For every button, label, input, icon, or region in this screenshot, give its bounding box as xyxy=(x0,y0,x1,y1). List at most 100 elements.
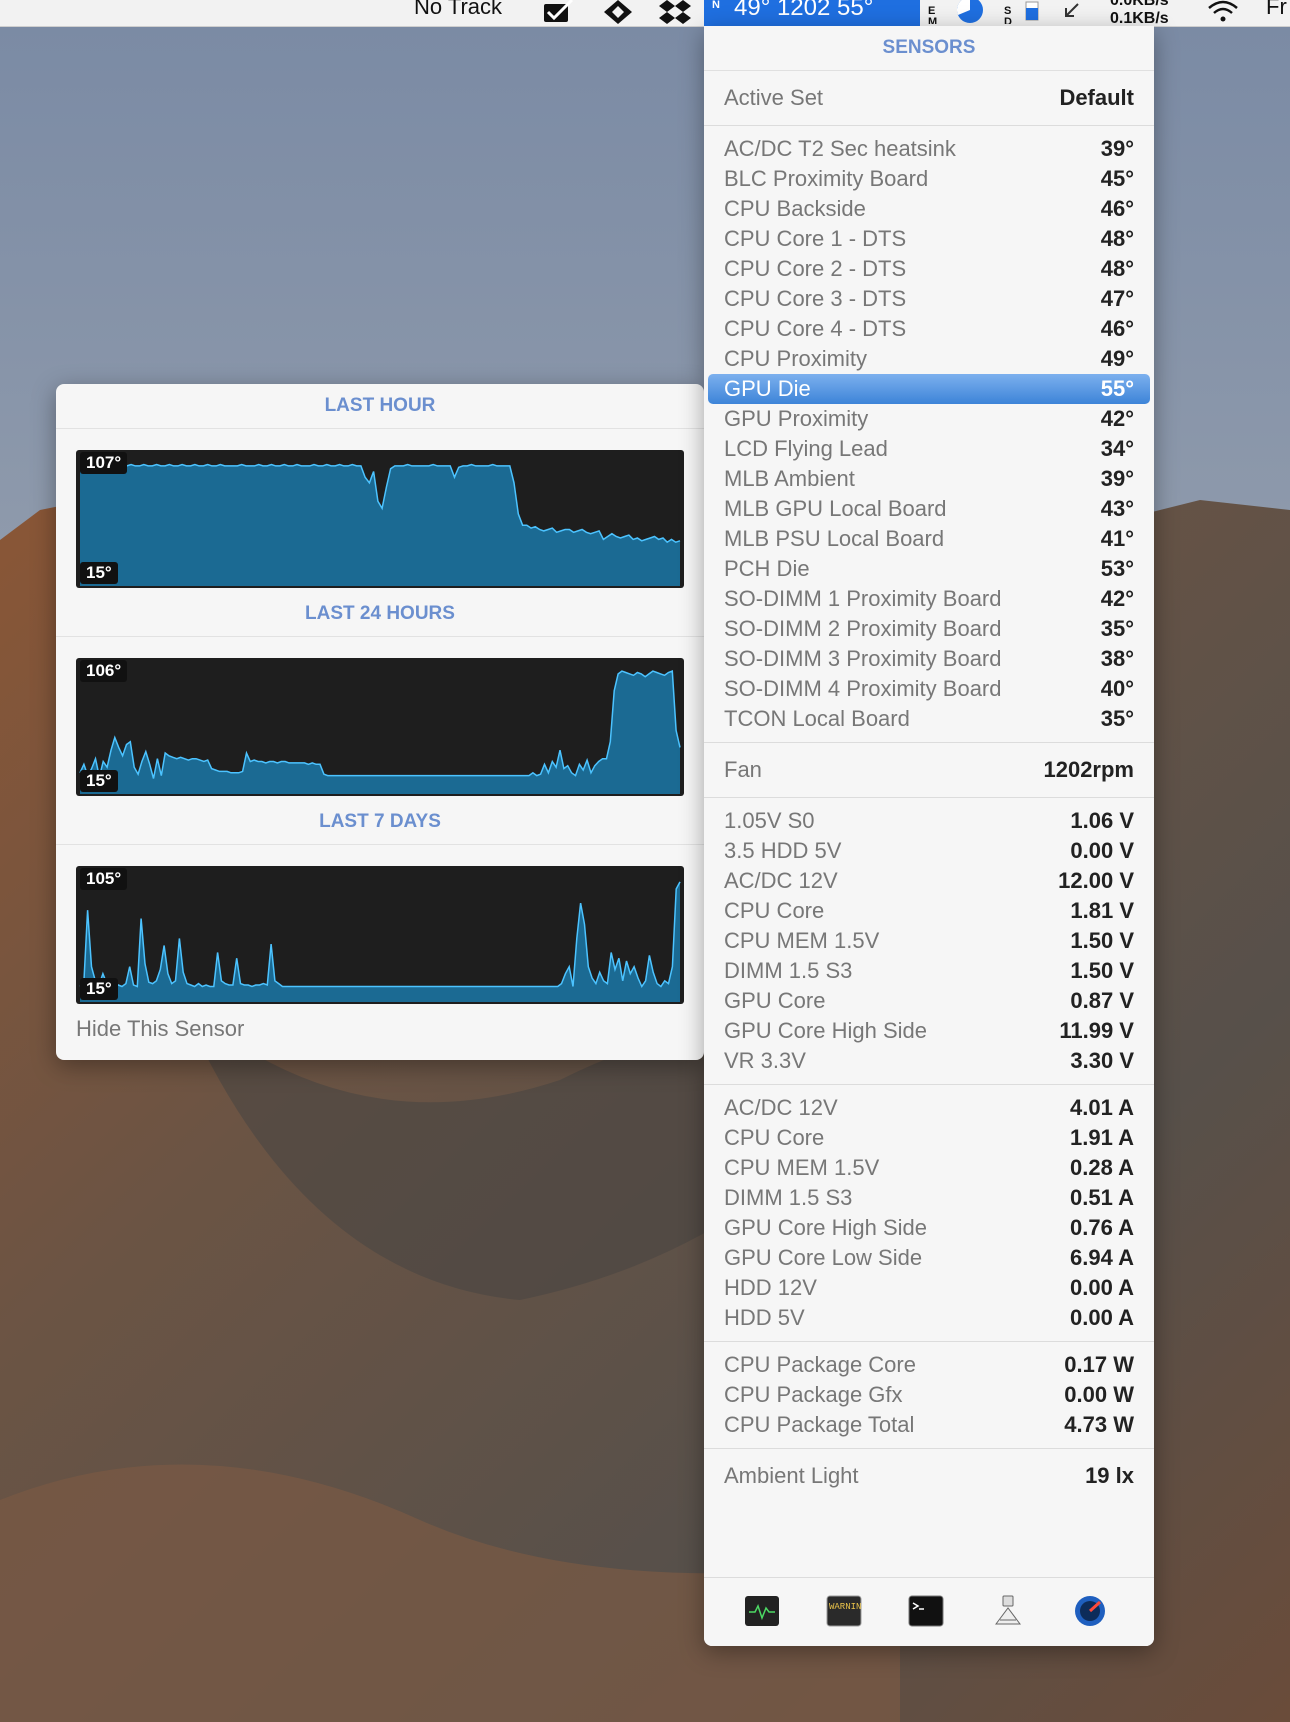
sensor-row[interactable]: GPU Core 0.87 V xyxy=(704,986,1154,1016)
system-information-icon[interactable] xyxy=(990,1594,1026,1628)
sensor-row[interactable]: CPU Package Core 0.17 W xyxy=(704,1350,1154,1380)
graph-max-label: 106° xyxy=(80,660,128,682)
ambient-light-label: Ambient Light xyxy=(724,1463,859,1488)
sensor-label: CPU Core 3 - DTS xyxy=(724,286,907,311)
sensor-row[interactable]: TCON Local Board 35° xyxy=(704,704,1154,734)
sensor-value: 42° xyxy=(1100,586,1134,611)
sensor-row[interactable]: CPU Proximity 49° xyxy=(704,344,1154,374)
sensor-value: 0.00 A xyxy=(1069,1275,1134,1300)
sensor-label: GPU Proximity xyxy=(724,406,869,431)
sensor-row[interactable]: AC/DC 12V 12.00 V xyxy=(704,866,1154,896)
sensor-value: 4.73 W xyxy=(1064,1412,1134,1437)
last-7-days-header: LAST 7 DAYS xyxy=(56,800,704,845)
sensor-row[interactable]: AC/DC T2 Sec heatsink 39° xyxy=(704,134,1154,164)
fan-row[interactable]: Fan 1202rpm xyxy=(704,755,1154,785)
sensor-value: 0.76 A xyxy=(1069,1215,1134,1240)
sensor-row[interactable]: GPU Die 55° xyxy=(708,374,1150,404)
disk-utility-icon[interactable] xyxy=(1072,1594,1108,1628)
sensor-label: GPU Core xyxy=(724,988,826,1013)
sensor-row[interactable]: CPU Core 2 - DTS 48° xyxy=(704,254,1154,284)
sensor-label: CPU Package Core xyxy=(724,1352,916,1377)
sensor-row[interactable]: GPU Proximity 42° xyxy=(704,404,1154,434)
sensor-row[interactable]: GPU Core Low Side 6.94 A xyxy=(704,1243,1154,1273)
sensor-row[interactable]: SO-DIMM 2 Proximity Board 35° xyxy=(704,614,1154,644)
sensor-row[interactable]: DIMM 1.5 S3 1.50 V xyxy=(704,956,1154,986)
menubar-fr[interactable]: Fr xyxy=(1266,0,1287,20)
sensor-label: CPU Core xyxy=(724,898,825,923)
sensor-value: 42° xyxy=(1100,406,1134,431)
sensor-row[interactable]: GPU Core High Side 11.99 V xyxy=(704,1016,1154,1046)
menubar-checkbox-icon[interactable] xyxy=(542,0,576,24)
active-set-row[interactable]: Active Set Default xyxy=(704,83,1154,113)
svg-text:M: M xyxy=(928,16,937,24)
hide-sensor-button[interactable]: Hide This Sensor xyxy=(76,1016,244,1042)
memory-pie-icon[interactable]: E M xyxy=(928,0,988,24)
sensor-row[interactable]: MLB Ambient 39° xyxy=(704,464,1154,494)
sensors-header: SENSORS xyxy=(704,26,1154,71)
sensor-row[interactable]: CPU Core 1.91 A xyxy=(704,1123,1154,1153)
sensor-row[interactable]: CPU Package Gfx 0.00 W xyxy=(704,1380,1154,1410)
sensor-label: CPU Backside xyxy=(724,196,866,221)
sensor-value: 43° xyxy=(1100,496,1134,521)
console-icon[interactable]: WARNIN AY 7:36 xyxy=(826,1594,862,1628)
sensor-row[interactable]: 3.5 HDD 5V 0.00 V xyxy=(704,836,1154,866)
sensor-value: 39° xyxy=(1100,136,1134,161)
sensor-row[interactable]: SO-DIMM 3 Proximity Board 38° xyxy=(704,644,1154,674)
ambient-light-row[interactable]: Ambient Light 19 lx xyxy=(704,1461,1154,1491)
sensor-row[interactable]: LCD Flying Lead 34° xyxy=(704,434,1154,464)
sensor-row[interactable]: CPU Core 4 - DTS 46° xyxy=(704,314,1154,344)
sensor-label: GPU Die xyxy=(724,376,811,401)
active-set-label: Active Set xyxy=(724,85,824,110)
disk-usage-icon[interactable]: S D xyxy=(1004,0,1044,24)
sensor-row[interactable]: HDD 12V 0.00 A xyxy=(704,1273,1154,1303)
menubar-diamond-icon[interactable] xyxy=(602,0,636,24)
sensor-label: SO-DIMM 1 Proximity Board xyxy=(724,586,1002,611)
sensor-row[interactable]: GPU Core High Side 0.76 A xyxy=(704,1213,1154,1243)
sensor-row[interactable]: CPU Backside 46° xyxy=(704,194,1154,224)
sensor-value: 35° xyxy=(1100,616,1134,641)
sensor-row[interactable]: HDD 5V 0.00 A xyxy=(704,1303,1154,1333)
console-warning-text: WARNIN AY 7:36 xyxy=(829,1602,862,1612)
sensor-value: 3.30 V xyxy=(1070,1048,1134,1073)
arrow-down-left-icon[interactable] xyxy=(1060,0,1084,24)
menubar-no-track[interactable]: No Track xyxy=(414,0,502,20)
sensor-row[interactable]: SO-DIMM 1 Proximity Board 42° xyxy=(704,584,1154,614)
network-speed[interactable]: 0.0KB/s 0.1KB/s xyxy=(1110,0,1169,28)
sensor-row[interactable]: CPU Package Total 4.73 W xyxy=(704,1410,1154,1440)
sensor-label: TCON Local Board xyxy=(724,706,910,731)
terminal-icon[interactable] xyxy=(908,1594,944,1628)
sensor-row[interactable]: DIMM 1.5 S3 0.51 A xyxy=(704,1183,1154,1213)
sensor-label: MLB Ambient xyxy=(724,466,855,491)
sensor-row[interactable]: 1.05V S0 1.06 V xyxy=(704,806,1154,836)
sensor-value: 45° xyxy=(1100,166,1134,191)
sensor-value: 35° xyxy=(1100,706,1134,731)
sensor-row[interactable]: BLC Proximity Board 45° xyxy=(704,164,1154,194)
sensor-row[interactable]: CPU MEM 1.5V 1.50 V xyxy=(704,926,1154,956)
sensor-label: DIMM 1.5 S3 xyxy=(724,958,853,983)
sensor-value: 48° xyxy=(1100,256,1134,281)
dropbox-icon[interactable] xyxy=(658,0,692,24)
sensor-value: 39° xyxy=(1100,466,1134,491)
sensor-row[interactable]: CPU Core 1.81 V xyxy=(704,896,1154,926)
sensor-row[interactable]: CPU MEM 1.5V 0.28 A xyxy=(704,1153,1154,1183)
sensor-row[interactable]: SO-DIMM 4 Proximity Board 40° xyxy=(704,674,1154,704)
svg-text:D: D xyxy=(1004,16,1012,24)
sensor-row[interactable]: PCH Die 53° xyxy=(704,554,1154,584)
sensor-row[interactable]: AC/DC 12V 4.01 A xyxy=(704,1093,1154,1123)
sensor-label: VR 3.3V xyxy=(724,1048,806,1073)
sensor-value: 0.00 V xyxy=(1070,838,1134,863)
sensor-value: 53° xyxy=(1100,556,1134,581)
sensor-row[interactable]: CPU Core 3 - DTS 47° xyxy=(704,284,1154,314)
sensor-row[interactable]: CPU Core 1 - DTS 48° xyxy=(704,224,1154,254)
istat-menu-item[interactable]: 49° 1202 55° xyxy=(704,0,920,26)
sensor-row[interactable]: MLB GPU Local Board 43° xyxy=(704,494,1154,524)
wifi-icon[interactable] xyxy=(1206,0,1240,24)
activity-monitor-icon[interactable] xyxy=(744,1594,780,1628)
sensor-value: 40° xyxy=(1100,676,1134,701)
sensor-row[interactable]: MLB PSU Local Board 41° xyxy=(704,524,1154,554)
graph-min-label: 15° xyxy=(80,978,118,1000)
sensor-label: SO-DIMM 4 Proximity Board xyxy=(724,676,1002,701)
sensor-row[interactable]: VR 3.3V 3.30 V xyxy=(704,1046,1154,1076)
sensor-value: 55° xyxy=(1100,376,1134,401)
power-section: CPU Package Core 0.17 W CPU Package Gfx 0.0… xyxy=(704,1342,1154,1449)
